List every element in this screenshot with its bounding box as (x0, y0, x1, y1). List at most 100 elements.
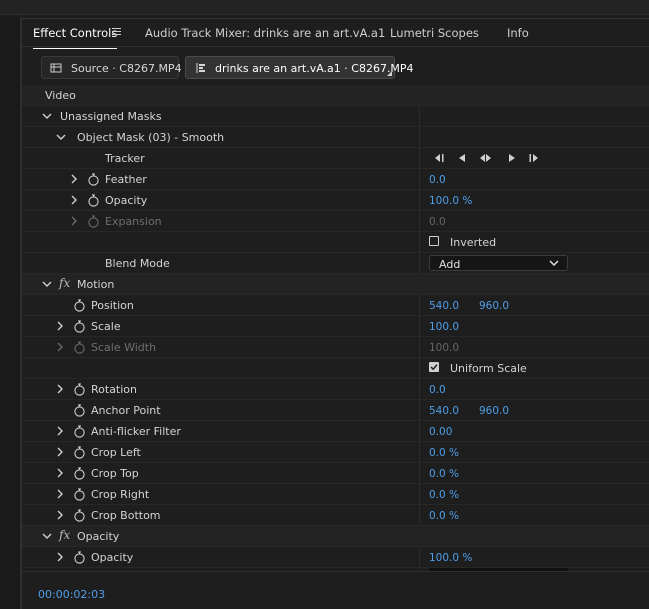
chevron-right-icon[interactable] (69, 174, 79, 184)
chevron-down-icon[interactable] (56, 132, 66, 142)
source-clip-button[interactable]: Source · C8267.MP4 (41, 56, 182, 79)
scale-value[interactable]: 100.0 (429, 321, 459, 333)
stopwatch-icon[interactable] (73, 551, 86, 564)
chevron-right-icon[interactable] (55, 426, 65, 436)
panel-tab-bar: Effect Controls Audio Track Mixer: drink… (22, 19, 649, 49)
chevron-down-icon[interactable] (42, 531, 52, 541)
position-label: Position (91, 299, 134, 312)
chevron-right-icon[interactable] (55, 447, 65, 457)
crop-top-value[interactable]: 0.0 % (429, 468, 459, 480)
row-anchor-point: Anchor Point 540.0 960.0 (22, 400, 649, 421)
row-mask-opacity: Opacity 100.0 % (22, 190, 649, 211)
blend-mode-dropdown[interactable]: Add (429, 255, 568, 271)
chevron-down-icon[interactable] (42, 111, 52, 121)
stopwatch-icon[interactable] (87, 173, 100, 186)
row-inverted: Inverted (22, 232, 649, 253)
chevron-down-icon[interactable] (42, 279, 52, 289)
tab-info[interactable]: Info (507, 26, 529, 40)
anchor-point-x-value[interactable]: 540.0 (429, 405, 459, 417)
left-panel-edge (0, 15, 21, 609)
row-crop-right: Crop Right 0.0 % (22, 484, 649, 505)
stopwatch-icon[interactable] (73, 446, 86, 459)
motion-label: Motion (77, 278, 115, 291)
sequence-clip-label: drinks are an art.vA.a1 · C8267.MP4 (215, 62, 414, 75)
opacity-value[interactable]: 100.0 % (429, 552, 472, 564)
uniform-scale-checkbox[interactable] (429, 362, 439, 372)
video-label: Video (45, 89, 76, 102)
chevron-right-icon (71, 216, 77, 226)
position-x-value[interactable]: 540.0 (429, 300, 459, 312)
row-motion-header[interactable]: fx Motion (22, 274, 649, 295)
sequence-icon (196, 63, 205, 73)
chevron-right-icon[interactable] (55, 321, 65, 331)
row-video-header: Video (22, 85, 649, 106)
inverted-label: Inverted (450, 236, 497, 249)
stopwatch-icon[interactable] (87, 194, 100, 207)
object-mask-label: Object Mask (03) - Smooth (77, 131, 225, 144)
expansion-label: Expansion (105, 215, 162, 228)
row-unassigned-masks[interactable]: Unassigned Masks (22, 106, 649, 127)
mask-opacity-value[interactable]: 100.0 % (429, 195, 472, 207)
track-both-directions-icon[interactable] (479, 152, 492, 164)
blend-mode-label: Blend Mode (105, 257, 170, 270)
tab-lumetri-scopes[interactable]: Lumetri Scopes (390, 26, 479, 40)
opacity-label: Opacity (91, 551, 134, 564)
chevron-right-icon[interactable] (69, 195, 79, 205)
track-backward-icon[interactable] (456, 152, 469, 164)
rotation-value[interactable]: 0.0 (429, 384, 446, 396)
track-forward-icon[interactable] (505, 152, 518, 164)
position-y-value[interactable]: 960.0 (479, 300, 509, 312)
fx-icon[interactable]: fx (59, 276, 70, 290)
stopwatch-icon[interactable] (73, 404, 86, 417)
row-opacity-header[interactable]: fx Opacity (22, 526, 649, 547)
fx-icon[interactable]: fx (59, 528, 70, 542)
chevron-right-icon[interactable] (55, 552, 65, 562)
anchor-point-label: Anchor Point (91, 404, 161, 417)
row-crop-bottom: Crop Bottom 0.0 % (22, 505, 649, 526)
feather-label: Feather (105, 173, 147, 186)
crop-right-value[interactable]: 0.0 % (429, 489, 459, 501)
stopwatch-icon[interactable] (73, 425, 86, 438)
row-scale-width: Scale Width 100.0 (22, 337, 649, 358)
row-opacity: Opacity 100.0 % (22, 547, 649, 568)
row-crop-left: Crop Left 0.0 % (22, 442, 649, 463)
feather-value[interactable]: 0.0 (429, 174, 446, 186)
stopwatch-icon[interactable] (73, 299, 86, 312)
chevron-right-icon[interactable] (55, 468, 65, 478)
stopwatch-icon[interactable] (73, 383, 86, 396)
current-timecode[interactable]: 00:00:02:03 (38, 588, 105, 601)
blend-mode-value: Add (439, 258, 461, 271)
tab-effect-controls[interactable]: Effect Controls (33, 26, 118, 49)
panel-menu-icon[interactable] (112, 28, 121, 36)
crop-right-label: Crop Right (91, 488, 150, 501)
opacity-section-label: Opacity (77, 530, 120, 543)
top-frame (0, 0, 649, 15)
row-blend-mode: Blend Mode Add (22, 253, 649, 274)
chevron-right-icon[interactable] (55, 384, 65, 394)
bottom-bar: 00:00:02:03 (22, 571, 649, 609)
row-anti-flicker: Anti-flicker Filter 0.00 (22, 421, 649, 442)
stopwatch-icon[interactable] (73, 488, 86, 501)
tracker-label: Tracker (105, 152, 145, 165)
chevron-right-icon (57, 342, 63, 352)
sequence-clip-button[interactable]: drinks are an art.vA.a1 · C8267.MP4 (185, 56, 414, 79)
crop-top-label: Crop Top (91, 467, 139, 480)
corner-caret-icon (387, 71, 392, 76)
row-object-mask[interactable]: Object Mask (03) - Smooth (22, 127, 649, 148)
expansion-value: 0.0 (429, 216, 446, 228)
stopwatch-icon[interactable] (73, 320, 86, 333)
scale-label: Scale (91, 320, 121, 333)
track-forward-one-icon[interactable] (528, 152, 541, 164)
tab-audio-track-mixer[interactable]: Audio Track Mixer: drinks are an art.vA.… (145, 26, 385, 40)
row-position: Position 540.0 960.0 (22, 295, 649, 316)
chevron-right-icon[interactable] (55, 489, 65, 499)
crop-bottom-value[interactable]: 0.0 % (429, 510, 459, 522)
stopwatch-icon[interactable] (73, 467, 86, 480)
crop-left-value[interactable]: 0.0 % (429, 447, 459, 459)
chevron-right-icon[interactable] (55, 510, 65, 520)
stopwatch-icon[interactable] (73, 509, 86, 522)
track-backward-one-icon[interactable] (432, 152, 445, 164)
inverted-checkbox[interactable] (429, 236, 439, 246)
anchor-point-y-value[interactable]: 960.0 (479, 405, 509, 417)
anti-flicker-value[interactable]: 0.00 (429, 426, 452, 438)
